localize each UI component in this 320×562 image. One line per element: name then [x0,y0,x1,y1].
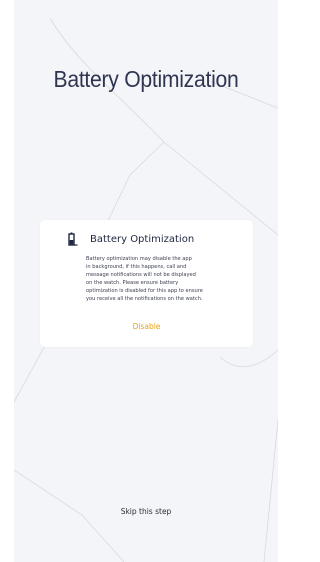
disable-button[interactable]: Disable [40,322,253,331]
app-screen: Battery Optimization Battery Optimizatio… [14,0,278,562]
battery-optimization-card: Battery Optimization Battery optimizatio… [40,220,253,347]
skip-step-button[interactable]: Skip this step [14,507,278,516]
card-title: Battery Optimization [90,233,195,245]
page-title: Battery Optimization [53,66,239,92]
card-header: Battery Optimization [68,232,194,246]
battery-icon [68,232,78,246]
card-description: Battery optimization may disable the app… [86,256,203,302]
